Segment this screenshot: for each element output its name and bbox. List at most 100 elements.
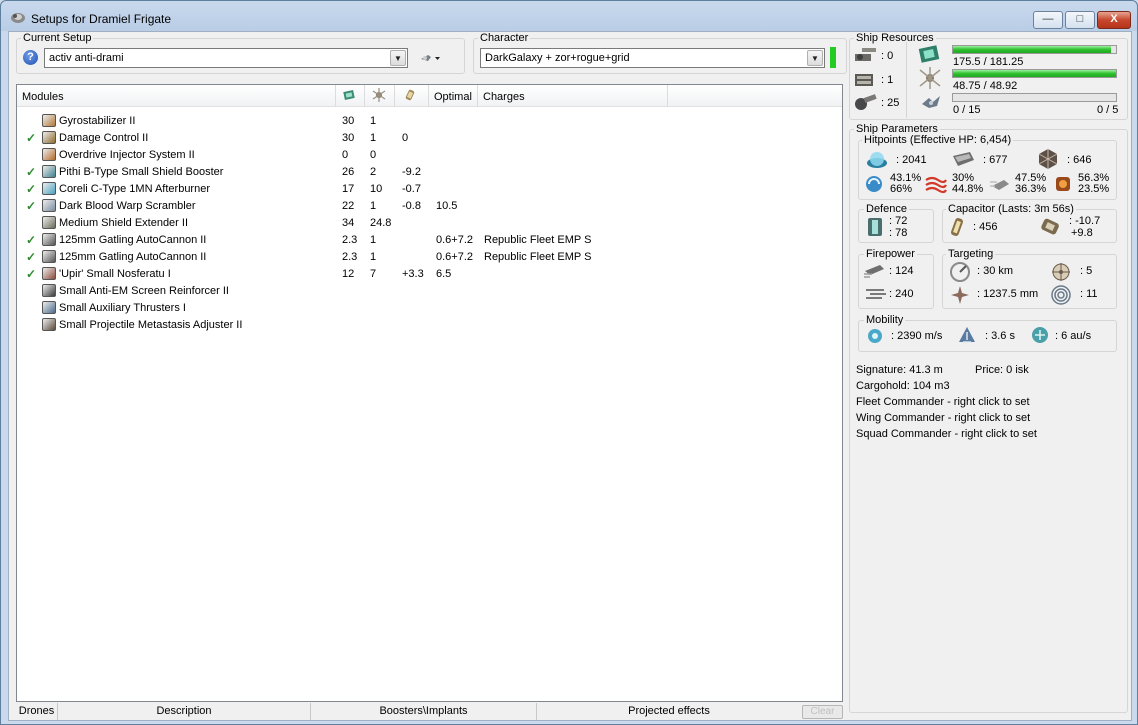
explosive-icon: [1056, 177, 1070, 191]
module-row[interactable]: ✓ 125mm Gatling AutoCannon II 2.3 1 0.6+7.2 R…: [17, 249, 842, 266]
hitpoints-label: Hitpoints (Effective HP: 6,454): [862, 134, 1014, 146]
cpu-bar: [952, 45, 1117, 54]
module-active-check[interactable]: ✓: [26, 199, 36, 213]
drone-bandwidth-value: 0 / 15: [953, 104, 981, 116]
velocity-value: : 2390 m/s: [891, 330, 943, 342]
turret-hardpoint-icon: [855, 48, 876, 61]
fleet-commander-link[interactable]: Fleet Commander - right click to set: [856, 396, 1030, 408]
help-icon[interactable]: ?: [23, 50, 38, 65]
chevron-down-icon[interactable]: ▼: [807, 50, 823, 66]
column-header-cpu[interactable]: [336, 85, 365, 107]
module-row[interactable]: ✓ 125mm Gatling AutoCannon II 2.3 1 0.6+7.2 R…: [17, 232, 842, 249]
character-dropdown[interactable]: DarkGalaxy + zor+rogue+grid ▼: [480, 48, 825, 68]
explosive-resist-armor: 23.5%: [1078, 183, 1110, 195]
module-active-check[interactable]: ✓: [26, 267, 36, 281]
drone-bay-value: 0 / 5: [1097, 104, 1119, 116]
module-row[interactable]: ✓ 'Upir' Small Nosferatu I 12 7 +3.3 6.5: [17, 266, 842, 283]
drone-bandwidth-icon: [922, 96, 940, 108]
module-name: Small Projectile Metastasis Adjuster II: [59, 319, 243, 331]
tab-projected-effects[interactable]: Projected effects: [537, 703, 801, 720]
resources-divider: [906, 42, 907, 118]
module-active-check[interactable]: ✓: [26, 165, 36, 179]
module-cpu: 30: [342, 115, 355, 127]
drone-bandwidth-bar: [952, 93, 1117, 102]
calibration-value: : 25: [881, 97, 900, 109]
module-powergrid: 10: [370, 183, 383, 195]
targeting-label: Targeting: [946, 248, 996, 260]
warp-speed-icon: [1032, 327, 1048, 343]
thermal-icon: [925, 176, 947, 194]
volley-value: : 240: [889, 288, 914, 300]
module-optimal: 10.5: [436, 200, 458, 212]
module-icon: [42, 318, 56, 331]
column-header-optimal[interactable]: Optimal: [429, 85, 478, 107]
dps-icon: [864, 265, 884, 278]
capacitor-recharge-value: +9.8: [1071, 227, 1093, 239]
module-active-check[interactable]: ✓: [26, 131, 36, 145]
module-row[interactable]: Small Anti-EM Screen Reinforcer II: [17, 283, 842, 300]
module-row[interactable]: ✓ Pithi B-Type Small Shield Booster 26 2 -9.…: [17, 164, 842, 181]
module-name: Overdrive Injector System II: [59, 149, 195, 161]
setup-actions-button[interactable]: [419, 49, 441, 67]
maximize-button[interactable]: □: [1065, 11, 1095, 29]
calibration-icon: [855, 94, 877, 110]
setup-dropdown[interactable]: activ anti-drami ▼: [44, 48, 408, 68]
module-row[interactable]: ✓ Damage Control II 30 1 0: [17, 130, 842, 147]
module-icon: [42, 250, 56, 263]
module-name: Gyrostabilizer II: [59, 115, 136, 127]
kinetic-resist-armor: 36.3%: [1015, 183, 1047, 195]
module-row[interactable]: Overdrive Injector System II 0 0: [17, 147, 842, 164]
minimize-button[interactable]: —: [1033, 11, 1063, 29]
close-button[interactable]: X: [1097, 11, 1131, 29]
ship-menu-icon: [421, 55, 440, 61]
column-header-charges[interactable]: Charges: [478, 85, 668, 107]
powergrid-icon: [372, 88, 386, 102]
squad-commander-link[interactable]: Squad Commander - right click to set: [856, 428, 1037, 440]
module-capacitor: -9.2: [402, 166, 421, 178]
module-icon: [42, 199, 56, 212]
module-icon: [42, 182, 56, 195]
scan-resolution-icon: [951, 286, 969, 304]
character-status-indicator: [830, 47, 836, 68]
tab-drones[interactable]: Drones: [16, 703, 58, 720]
module-row[interactable]: Small Projectile Metastasis Adjuster II: [17, 317, 842, 334]
modules-list[interactable]: Modules Optimal Charges Gyrostabilizer I…: [16, 84, 843, 702]
defence-value-b: : 78: [889, 227, 908, 239]
module-powergrid: 24.8: [370, 217, 392, 229]
module-row[interactable]: Gyrostabilizer II 30 1: [17, 113, 842, 130]
scan-resolution-value: : 1237.5 mm: [977, 288, 1039, 300]
module-cpu: 26: [342, 166, 355, 178]
module-capacitor: 0: [402, 132, 409, 144]
armor-icon: [953, 152, 974, 166]
em-icon: [866, 176, 882, 192]
chevron-down-icon[interactable]: ▼: [390, 50, 406, 66]
window-title: Setups for Dramiel Frigate: [31, 12, 172, 26]
powergrid-value: 48.75 / 48.92: [953, 80, 1018, 92]
tab-description[interactable]: Description: [58, 703, 311, 720]
launcher-hardpoint-icon: [855, 74, 873, 86]
tab-boosters-implants[interactable]: Boosters\Implants: [311, 703, 537, 720]
current-setup-label: Current Setup: [21, 32, 94, 44]
column-header-modules[interactable]: Modules: [17, 85, 336, 107]
clear-button[interactable]: Clear: [802, 705, 843, 719]
setup-dropdown-value: activ anti-drami: [49, 52, 124, 64]
module-active-check[interactable]: ✓: [26, 250, 36, 264]
wing-commander-link[interactable]: Wing Commander - right click to set: [856, 412, 1030, 424]
column-header-powergrid[interactable]: [365, 85, 395, 107]
module-row[interactable]: Medium Shield Extender II 34 24.8: [17, 215, 842, 232]
title-bar[interactable]: Setups for Dramiel Frigate — □ X: [1, 1, 1137, 32]
cpu-icon: [343, 90, 355, 100]
module-active-check[interactable]: ✓: [26, 233, 36, 247]
armor-hp-value: : 677: [983, 154, 1008, 166]
module-row[interactable]: ✓ Dark Blood Warp Scrambler 22 1 -0.8 10.5: [17, 198, 842, 215]
module-active-check[interactable]: ✓: [26, 182, 36, 196]
column-header-capacitor[interactable]: [395, 85, 429, 107]
module-row[interactable]: Small Auxiliary Thrusters I: [17, 300, 842, 317]
cargohold-text: Cargohold: 104 m3: [856, 380, 950, 392]
price-text: Price: 0 isk: [975, 364, 1029, 376]
module-row[interactable]: ✓ Coreli C-Type 1MN Afterburner 17 10 -0.7: [17, 181, 842, 198]
module-powergrid: 1: [370, 115, 377, 127]
module-cpu: 2.3: [342, 234, 358, 246]
module-optimal: 6.5: [436, 268, 452, 280]
module-powergrid: 1: [370, 251, 377, 263]
